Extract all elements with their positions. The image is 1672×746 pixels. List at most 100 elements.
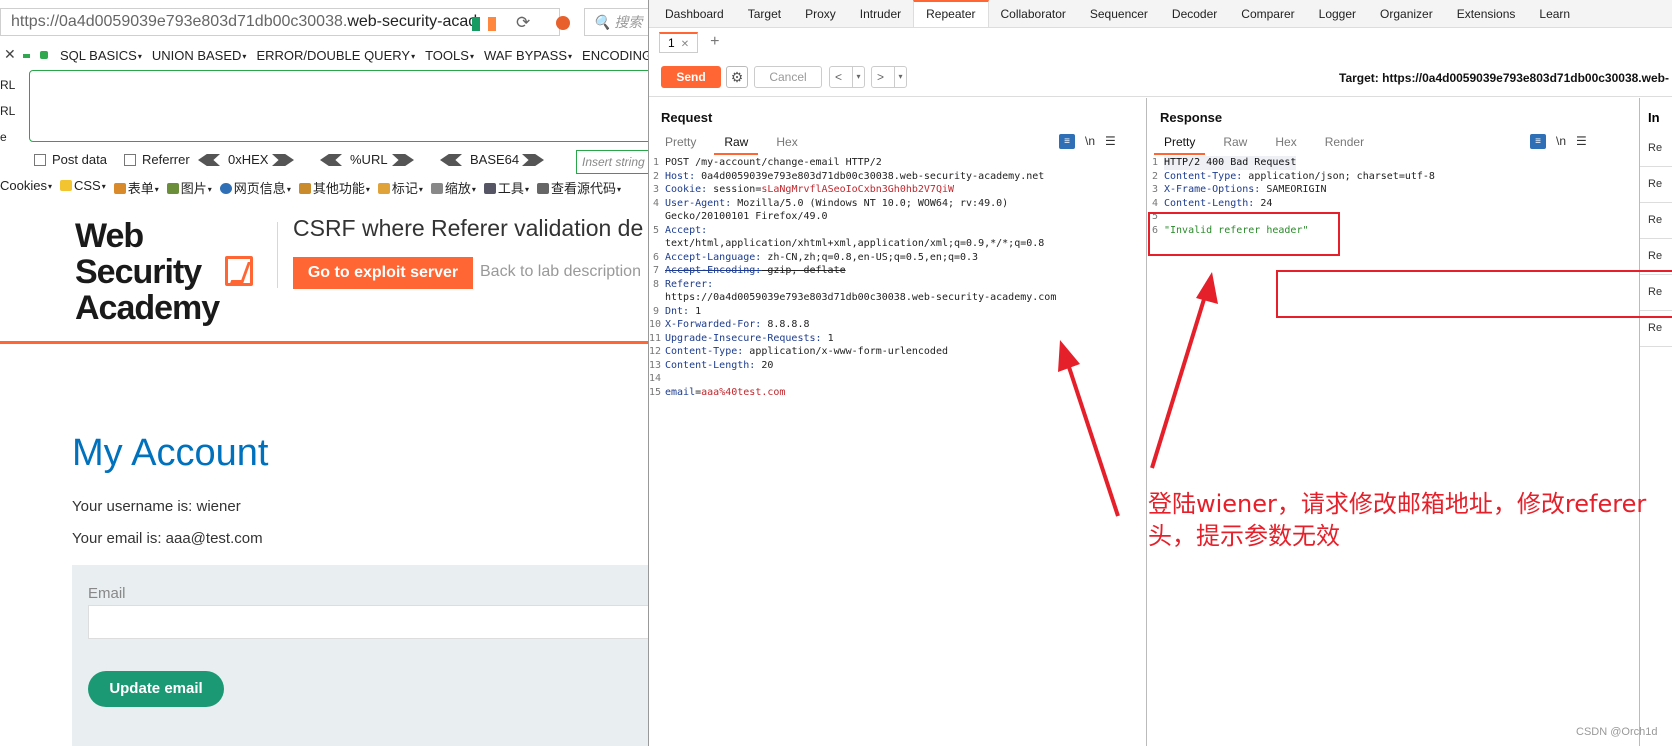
tab-proxy[interactable]: Proxy	[793, 0, 848, 27]
header-name: User-Agent:	[665, 197, 732, 209]
webdev-resize[interactable]: 缩放	[430, 178, 476, 196]
side-label-split-url[interactable]: RL	[0, 98, 15, 124]
request-subtab-hex[interactable]: Hex	[766, 132, 807, 155]
session-cookie-value: sLaNgMrvflASeoIoCxbn3Gh0hb2V7QiW	[761, 184, 954, 195]
response-subtab-raw[interactable]: Raw	[1213, 132, 1257, 155]
inspector-item[interactable]: Re	[1648, 142, 1662, 154]
side-label-load-url[interactable]: RL	[0, 72, 15, 98]
hackbar-menu-error-double-query[interactable]: ERROR/DOUBLE QUERY	[256, 48, 415, 63]
code-line: 13 Content-Length: 20	[649, 359, 1146, 373]
inspector-item[interactable]: Re	[1648, 322, 1662, 334]
inspector-panel: In Re Re Re Re Re Re	[1639, 98, 1672, 746]
exploit-server-button[interactable]: Go to exploit server	[293, 257, 473, 289]
tab-organizer[interactable]: Organizer	[1368, 0, 1445, 27]
line-number: 3	[652, 184, 659, 195]
header-name: Accept-Encoding:	[665, 265, 762, 276]
inspector-separator	[1640, 202, 1672, 203]
close-tab-icon[interactable]: ✕	[681, 39, 689, 50]
webdev-tools[interactable]: 工具	[483, 178, 529, 196]
webdev-outline[interactable]: 标记	[377, 178, 423, 196]
response-subtab-pretty[interactable]: Pretty	[1154, 132, 1206, 155]
webdev-view-source[interactable]: 查看源代码	[536, 178, 621, 196]
side-label-execute[interactable]: e	[0, 124, 15, 150]
tab-extensions[interactable]: Extensions	[1445, 0, 1528, 27]
wrap-lines-icon[interactable]: ≡	[1059, 134, 1075, 149]
tab-comparer[interactable]: Comparer	[1229, 0, 1306, 27]
hex-encode-arrow-icon[interactable]	[272, 154, 294, 166]
header-name: Upgrade-Insecure-Requests:	[665, 332, 822, 344]
hex-decode-arrow-icon[interactable]	[198, 154, 220, 166]
extension-icon[interactable]	[556, 16, 570, 30]
webdev-images[interactable]: 图片	[166, 178, 212, 196]
webdev-css[interactable]: CSS	[59, 178, 106, 196]
post-data-checkbox[interactable]	[34, 154, 46, 166]
webdev-forms[interactable]: 表单	[113, 178, 159, 196]
newline-toggle-icon[interactable]: \n	[1556, 134, 1566, 149]
inspector-item[interactable]: Re	[1648, 214, 1662, 226]
add-tab-icon[interactable]: +	[710, 33, 719, 51]
hackbar-menu-encoding[interactable]: ENCODING	[582, 48, 648, 63]
response-subtab-render[interactable]: Render	[1315, 132, 1374, 155]
gear-icon[interactable]: ⚙	[726, 66, 748, 88]
code-line: 11 Upgrade-Insecure-Requests: 1	[649, 332, 1146, 346]
webdev-misc[interactable]: 其他功能	[298, 178, 370, 196]
tab-learn[interactable]: Learn	[1527, 0, 1582, 27]
tab-decoder[interactable]: Decoder	[1160, 0, 1229, 27]
webdev-info-label: 网页信息	[233, 181, 286, 196]
response-subtab-hex[interactable]: Hex	[1265, 132, 1306, 155]
back-history-button[interactable]: < ▾	[829, 66, 865, 88]
inspector-item[interactable]: Re	[1648, 250, 1662, 262]
tab-repeater[interactable]: Repeater	[913, 0, 989, 27]
plus-icon[interactable]	[40, 51, 48, 59]
send-button[interactable]: Send	[661, 66, 721, 88]
hackbar-menu-sql-basics[interactable]: SQL BASICS	[60, 48, 142, 63]
menu-icon[interactable]: ☰	[1105, 134, 1116, 149]
reload-icon[interactable]: ⟳	[516, 13, 530, 33]
tab-logger[interactable]: Logger	[1307, 0, 1368, 27]
repeater-tab-1[interactable]: 1 ✕	[659, 31, 699, 53]
cancel-button[interactable]: Cancel	[754, 66, 822, 88]
hackbar-menu-tools[interactable]: TOOLS	[425, 48, 474, 63]
update-email-button[interactable]: Update email	[88, 671, 224, 707]
minus-icon[interactable]	[23, 54, 30, 58]
header-rule	[0, 341, 648, 344]
inspector-item[interactable]: Re	[1648, 178, 1662, 190]
base64-decode-arrow-icon[interactable]	[440, 154, 462, 166]
forward-history-button[interactable]: > ▾	[871, 66, 907, 88]
email-field[interactable]	[88, 605, 648, 639]
tab-collaborator[interactable]: Collaborator	[989, 0, 1078, 27]
hackbar-menu-union-based[interactable]: UNION BASED	[152, 48, 247, 63]
url-encode-arrow-icon[interactable]	[392, 154, 414, 166]
webdev-css-label: CSS	[73, 178, 101, 193]
webdev-info[interactable]: 网页信息	[219, 178, 291, 196]
wrap-lines-icon[interactable]: ≡	[1530, 134, 1546, 149]
line-number: 1	[652, 157, 659, 168]
tab-dashboard[interactable]: Dashboard	[653, 0, 736, 27]
hackbar-url-textarea[interactable]	[29, 70, 648, 142]
web-security-academy-logo[interactable]: Web Security Academy	[75, 218, 275, 326]
search-input[interactable]: 🔍 搜索	[584, 8, 648, 36]
request-subtab-pretty[interactable]: Pretty	[655, 132, 706, 155]
target-label[interactable]: Target: https://0a4d0059039e793e803d71db…	[1339, 71, 1669, 85]
webdev-cookies[interactable]: Cookies	[0, 178, 52, 196]
code-line: https://0a4d0059039e793e803d71db00c30038…	[649, 291, 1146, 305]
chevron-down-icon[interactable]: ▾	[852, 67, 864, 87]
base64-encode-arrow-icon[interactable]	[522, 154, 544, 166]
referrer-checkbox[interactable]	[124, 154, 136, 166]
insert-string-placeholder: Insert string	[582, 155, 645, 169]
menu-icon[interactable]: ☰	[1576, 134, 1587, 149]
back-to-lab-link[interactable]: Back to lab description	[480, 263, 641, 281]
insert-string-input[interactable]: Insert string	[576, 150, 648, 174]
close-icon[interactable]: ✕	[4, 46, 16, 63]
tab-sequencer[interactable]: Sequencer	[1078, 0, 1160, 27]
tab-intruder[interactable]: Intruder	[848, 0, 913, 27]
newline-toggle-icon[interactable]: \n	[1085, 134, 1095, 149]
chevron-down-icon[interactable]: ▾	[894, 67, 906, 87]
request-editor[interactable]: 1 POST /my-account/change-email HTTP/2 2 Ho…	[649, 156, 1146, 399]
header-name: Content-Type:	[665, 346, 744, 357]
header-value: zh-CN,zh;q=0.8,en-US;q=0.5,en;q=0.3	[761, 251, 979, 263]
url-decode-arrow-icon[interactable]	[320, 154, 342, 166]
hackbar-menu-waf-bypass[interactable]: WAF BYPASS	[484, 48, 572, 63]
request-subtab-raw[interactable]: Raw	[714, 132, 759, 155]
tab-target[interactable]: Target	[736, 0, 793, 27]
